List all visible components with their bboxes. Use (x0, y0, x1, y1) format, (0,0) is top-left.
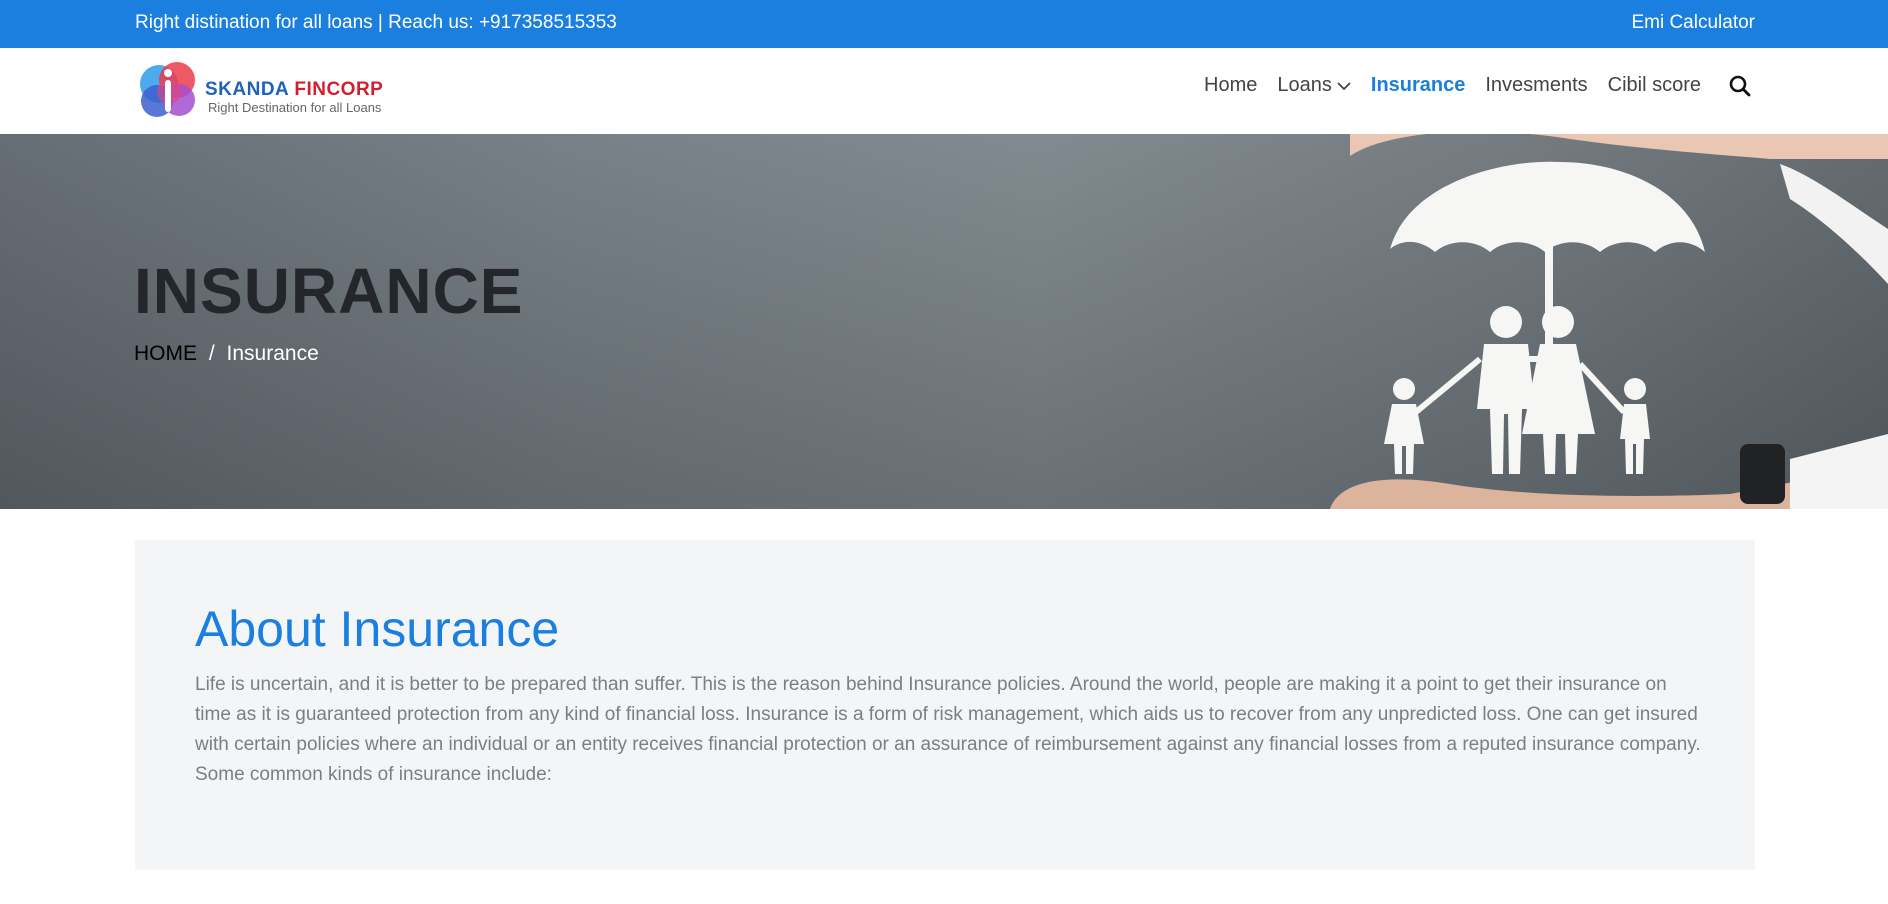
nav-item-label: Invesments (1485, 74, 1588, 96)
nav-menu: Home Loans Insurance Invesments Cibil sc… (1184, 74, 1751, 97)
brand-name-part1: SKANDA (205, 79, 289, 100)
about-insurance-section: About Insurance Life is uncertain, and i… (135, 540, 1755, 870)
site-logo[interactable]: SKANDA FINCORP Right Destination for all… (135, 56, 395, 126)
contact-tagline: Right distination for all loans | Reach … (135, 12, 617, 33)
breadcrumb-home-link[interactable]: HOME (134, 342, 197, 365)
family-umbrella-illustration (1330, 134, 1888, 509)
brand-name: SKANDA FINCORP (205, 79, 383, 101)
nav-item-label: Home (1204, 74, 1258, 96)
nav-item-home[interactable]: Home (1204, 74, 1257, 97)
emi-calculator-link[interactable]: Emi Calculator (1631, 12, 1755, 34)
brand-name-part2: FINCORP (294, 79, 384, 100)
nav-item-label: Insurance (1370, 74, 1466, 96)
chevron-down-icon (1337, 74, 1351, 97)
brand-slogan: Right Destination for all Loans (208, 100, 382, 115)
about-heading: About Insurance (195, 601, 560, 657)
nav-item-investments[interactable]: Invesments (1485, 74, 1587, 97)
search-icon[interactable] (1729, 75, 1751, 97)
nav-item-label: Loans (1277, 74, 1332, 96)
about-body-text: Life is uncertain, and it is better to b… (195, 674, 1701, 785)
nav-item-insurance[interactable]: Insurance (1371, 74, 1465, 97)
breadcrumb: HOME / Insurance (134, 342, 319, 366)
main-navbar: SKANDA FINCORP Right Destination for all… (0, 48, 1888, 134)
logo-mark-icon (140, 62, 195, 117)
breadcrumb-current: Insurance (226, 342, 319, 365)
top-bar: Right distination for all loans | Reach … (0, 0, 1888, 48)
nav-item-loans[interactable]: Loans (1277, 74, 1351, 97)
breadcrumb-separator: / (208, 342, 215, 365)
nav-item-label: Cibil score (1607, 74, 1701, 96)
page-title: INSURANCE (134, 255, 524, 327)
nav-item-cibil-score[interactable]: Cibil score (1608, 74, 1701, 97)
hero-banner: INSURANCE HOME / Insurance (0, 134, 1888, 509)
